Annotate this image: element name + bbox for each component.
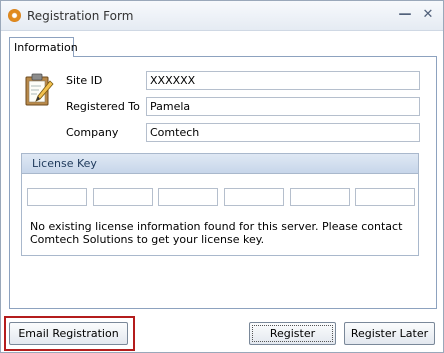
license-key-header: License Key [22, 154, 418, 174]
registered-to-field[interactable] [146, 97, 420, 116]
title-bar[interactable]: Registration Form — ✕ [1, 1, 443, 31]
license-info-message: No existing license information found fo… [30, 220, 403, 246]
register-later-button[interactable]: Register Later [344, 322, 435, 345]
registration-window: Registration Form — ✕ Information Site I… [0, 0, 444, 353]
registered-to-label: Registered To [66, 100, 140, 113]
license-key-segment-1[interactable] [27, 188, 87, 206]
license-key-segment-2[interactable] [93, 188, 153, 206]
company-label: Company [66, 126, 119, 139]
license-key-segment-4[interactable] [224, 188, 284, 206]
license-key-segment-5[interactable] [290, 188, 350, 206]
tab-information[interactable]: Information [9, 37, 78, 57]
register-button[interactable]: Register [249, 322, 336, 345]
clipboard-pencil-icon [25, 73, 54, 106]
close-icon[interactable]: ✕ [421, 8, 435, 22]
license-key-group: License Key No existing license informat… [21, 153, 419, 256]
site-id-label: Site ID [66, 74, 103, 87]
window-title: Registration Form [27, 9, 134, 23]
license-key-segment-3[interactable] [158, 188, 218, 206]
minimize-icon[interactable]: — [398, 8, 412, 22]
app-circle-icon [8, 9, 21, 22]
email-registration-button[interactable]: Email Registration [9, 322, 128, 345]
license-key-segment-6[interactable] [355, 188, 415, 206]
site-id-field[interactable] [146, 71, 420, 90]
company-field[interactable] [146, 123, 420, 142]
focus-rectangle [252, 325, 333, 342]
